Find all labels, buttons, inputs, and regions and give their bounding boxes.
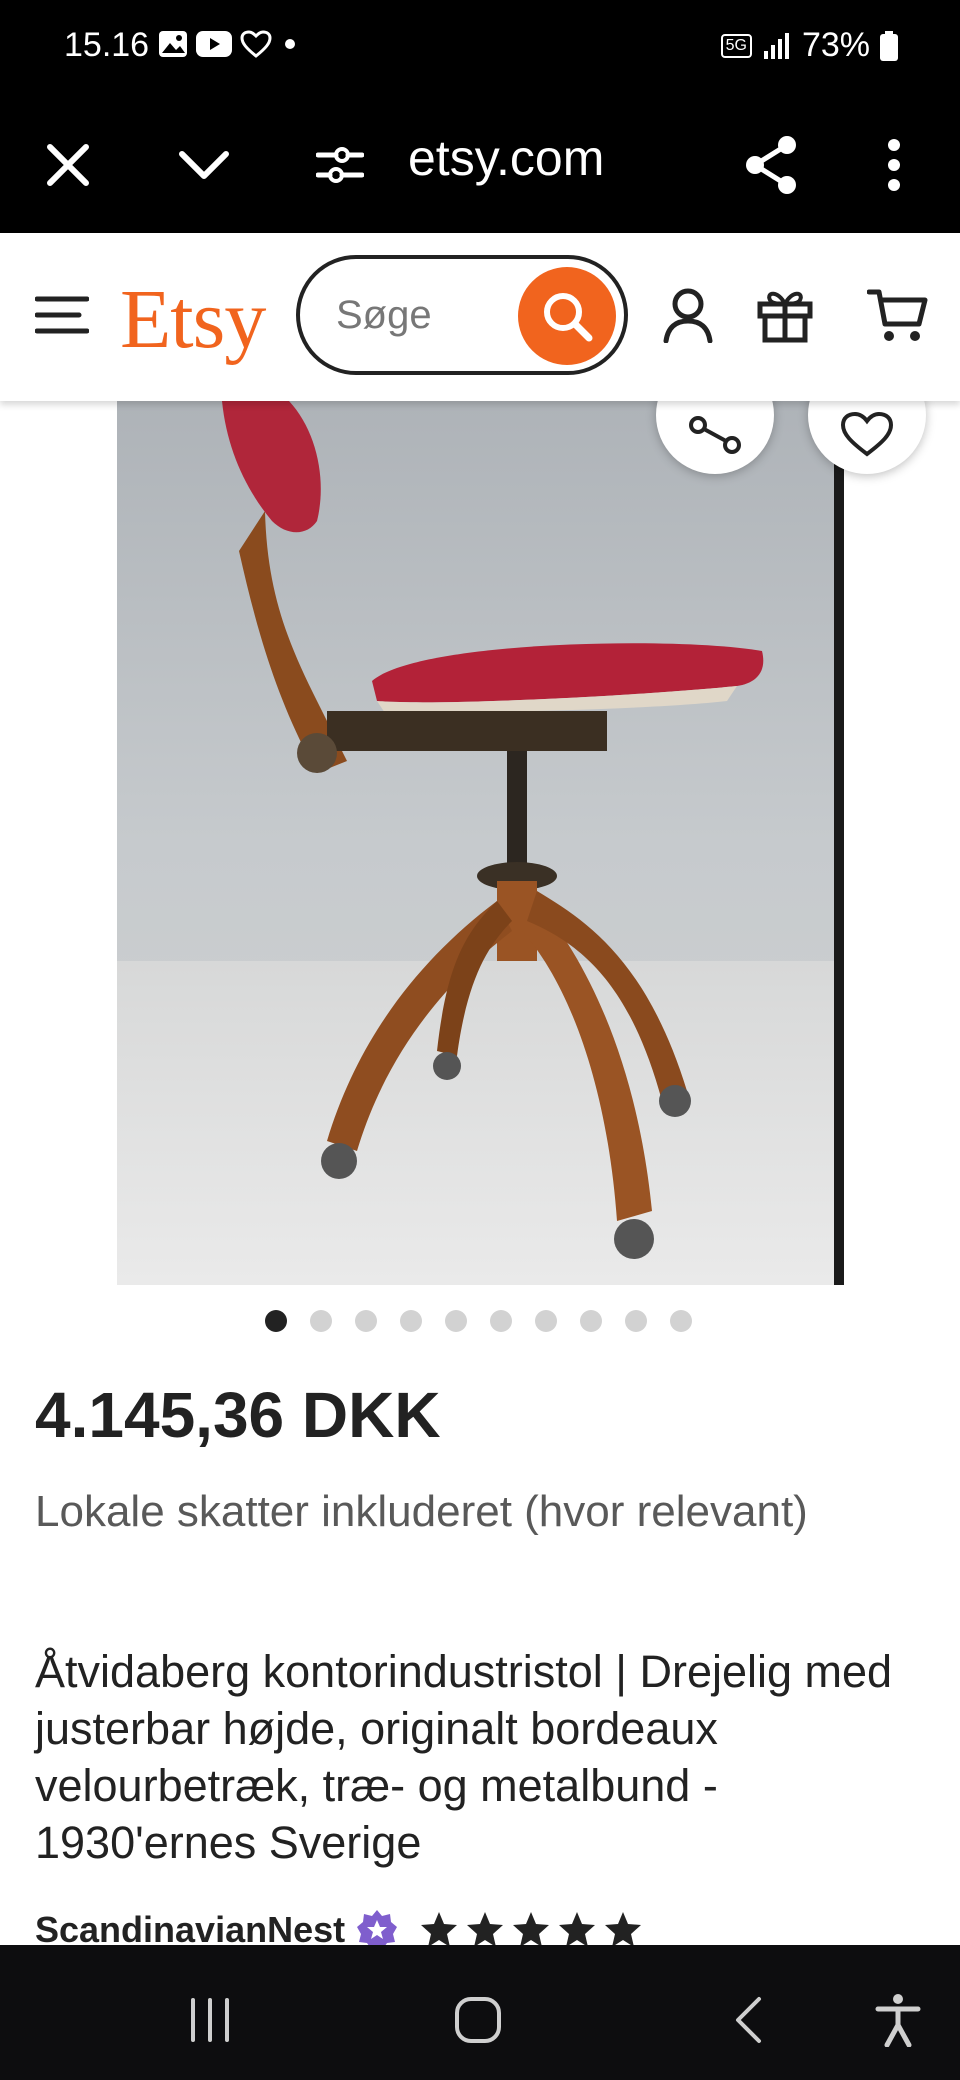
star-icon [513, 1912, 550, 1947]
heart-icon [840, 411, 894, 457]
minimize-button[interactable] [164, 125, 244, 205]
product-image[interactable] [117, 401, 844, 1285]
browser-toolbar: etsy.com [0, 95, 960, 233]
search-button[interactable] [518, 267, 616, 365]
gift-icon [757, 291, 813, 343]
accessibility-button[interactable] [858, 1980, 938, 2060]
url-bar[interactable]: etsy.com [408, 129, 604, 187]
cart-button[interactable] [858, 275, 938, 355]
tax-note: Lokale skatter inkluderet (hvor relevant… [35, 1487, 808, 1536]
pagination-dot[interactable] [670, 1310, 692, 1332]
chair-photo [117, 401, 844, 1285]
rating-stars [419, 1910, 643, 1950]
pagination-dot[interactable] [490, 1310, 512, 1332]
chevron-down-icon [179, 151, 229, 179]
search-placeholder: Søge [336, 293, 432, 337]
gallery-icon [159, 31, 187, 57]
share-icon [689, 416, 741, 454]
star-icon [559, 1912, 596, 1947]
share-icon [746, 136, 796, 194]
gift-button[interactable] [745, 275, 825, 355]
system-nav-bar [0, 1945, 960, 2080]
user-icon [663, 288, 713, 343]
heart-sync-icon [240, 30, 272, 58]
search-icon [544, 293, 593, 342]
star-icon [605, 1912, 642, 1947]
site-settings-button[interactable] [300, 125, 380, 205]
hamburger-icon [35, 296, 89, 334]
recent-apps-button[interactable] [170, 1980, 250, 2060]
network-badge: 5G [720, 33, 752, 58]
menu-button[interactable] [22, 275, 102, 355]
status-time: 15.16 [64, 26, 150, 64]
battery-percent: 73% [801, 26, 870, 64]
tune-icon [316, 147, 364, 183]
share-button[interactable] [732, 125, 812, 205]
product-title: Åtvidaberg kontorindustristol | Drejelig… [35, 1646, 893, 1868]
recent-apps-icon [191, 1998, 229, 2042]
close-icon [47, 144, 89, 186]
accessibility-icon [875, 1994, 921, 2047]
back-button[interactable] [708, 1980, 788, 2060]
notification-icons [158, 30, 300, 58]
status-bar: 15.16 5G 73% [0, 0, 960, 95]
pagination-dot[interactable] [400, 1310, 422, 1332]
dot-icon [285, 39, 295, 49]
close-tab-button[interactable] [28, 125, 108, 205]
home-icon [455, 1997, 501, 2043]
star-icon [421, 1912, 458, 1947]
status-right: 5G 73% [720, 26, 898, 65]
star-icon [467, 1912, 504, 1947]
product-price: 4.145,36 DKK [35, 1379, 441, 1451]
pagination-dot[interactable] [625, 1310, 647, 1332]
search-input[interactable]: Søge [296, 255, 628, 375]
pagination-dot[interactable] [580, 1310, 602, 1332]
youtube-icon [196, 31, 232, 57]
image-pagination [265, 1310, 692, 1332]
pagination-dot[interactable] [310, 1310, 332, 1332]
etsy-header: Etsy Søge [0, 233, 960, 401]
home-button[interactable] [438, 1980, 518, 2060]
signal-icon [763, 32, 789, 59]
pagination-dot[interactable] [535, 1310, 557, 1332]
pagination-dot[interactable] [445, 1310, 467, 1332]
account-button[interactable] [648, 275, 728, 355]
battery-icon [880, 30, 898, 61]
cart-icon [867, 289, 928, 341]
more-options-button[interactable] [854, 125, 934, 205]
more-vertical-icon [888, 139, 900, 191]
pagination-dot-active[interactable] [265, 1310, 287, 1332]
etsy-logo[interactable]: Etsy [120, 271, 266, 368]
back-icon [736, 1997, 761, 2043]
pagination-dot[interactable] [355, 1310, 377, 1332]
